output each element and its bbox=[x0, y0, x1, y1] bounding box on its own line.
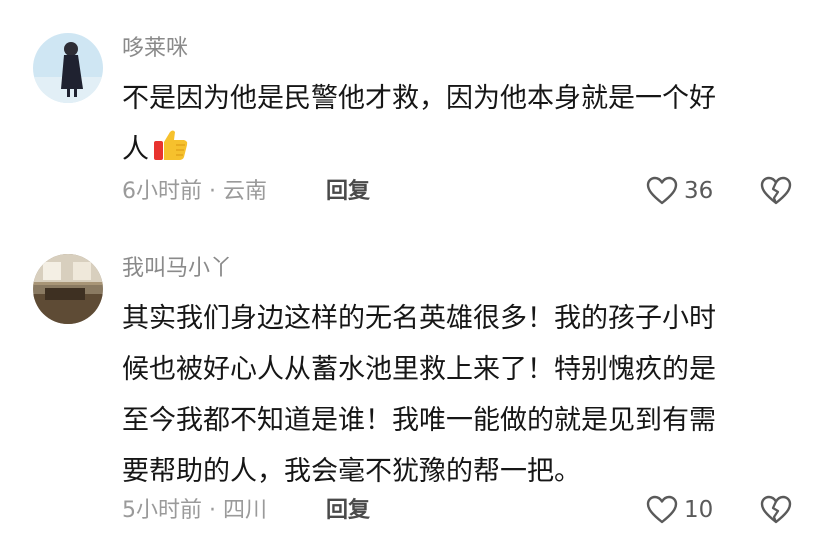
avatar[interactable] bbox=[33, 33, 103, 103]
dislike-button[interactable] bbox=[760, 176, 792, 210]
thumbs-up-icon bbox=[151, 126, 189, 181]
broken-heart-icon bbox=[760, 176, 792, 205]
comment-text-fragment: 人 bbox=[122, 134, 149, 165]
reply-button[interactable]: 回复 bbox=[326, 496, 370, 526]
comment-text-line: 要帮助的人，我会毫不犹豫的帮一把。 bbox=[122, 456, 581, 487]
comment-text: 不是因为他是民警他才救，因为他本身就是一个好 人 bbox=[122, 73, 792, 181]
comment-2: 我叫马小丫 其实我们身边这样的无名英雄很多！我的孩子小时 候也被好心人从蓄水池里… bbox=[0, 220, 828, 557]
comment-text-line: 其实我们身边这样的无名英雄很多！我的孩子小时 bbox=[122, 303, 716, 334]
time-location: 5小时前 · 四川 bbox=[122, 498, 267, 523]
broken-heart-icon bbox=[760, 495, 792, 524]
like-count: 10 bbox=[684, 497, 714, 523]
comment-text-line: 至今我都不知道是谁！我唯一能做的就是见到有需 bbox=[122, 405, 716, 436]
heart-icon bbox=[646, 495, 678, 524]
like-count: 36 bbox=[684, 178, 714, 204]
reply-button[interactable]: 回复 bbox=[326, 177, 370, 207]
comment-text-line: 人 bbox=[122, 124, 792, 181]
comment-text-line: 不是因为他是民警他才救，因为他本身就是一个好 bbox=[122, 83, 716, 114]
username[interactable]: 我叫马小丫 bbox=[122, 254, 232, 284]
time-location: 6小时前 · 云南 bbox=[122, 179, 267, 204]
like-button[interactable]: 36 bbox=[646, 176, 713, 206]
comment-1: 哆莱咪 不是因为他是民警他才救，因为他本身就是一个好 人 6小时前 · 云南 回… bbox=[0, 0, 828, 220]
dislike-button[interactable] bbox=[760, 495, 792, 529]
avatar[interactable] bbox=[33, 254, 103, 324]
comment-text-line: 候也被好心人从蓄水池里救上来了！特别愧疚的是 bbox=[122, 354, 716, 385]
comment-text: 其实我们身边这样的无名英雄很多！我的孩子小时 候也被好心人从蓄水池里救上来了！特… bbox=[122, 293, 792, 497]
heart-icon bbox=[646, 176, 678, 205]
username[interactable]: 哆莱咪 bbox=[122, 34, 188, 64]
like-button[interactable]: 10 bbox=[646, 495, 713, 525]
